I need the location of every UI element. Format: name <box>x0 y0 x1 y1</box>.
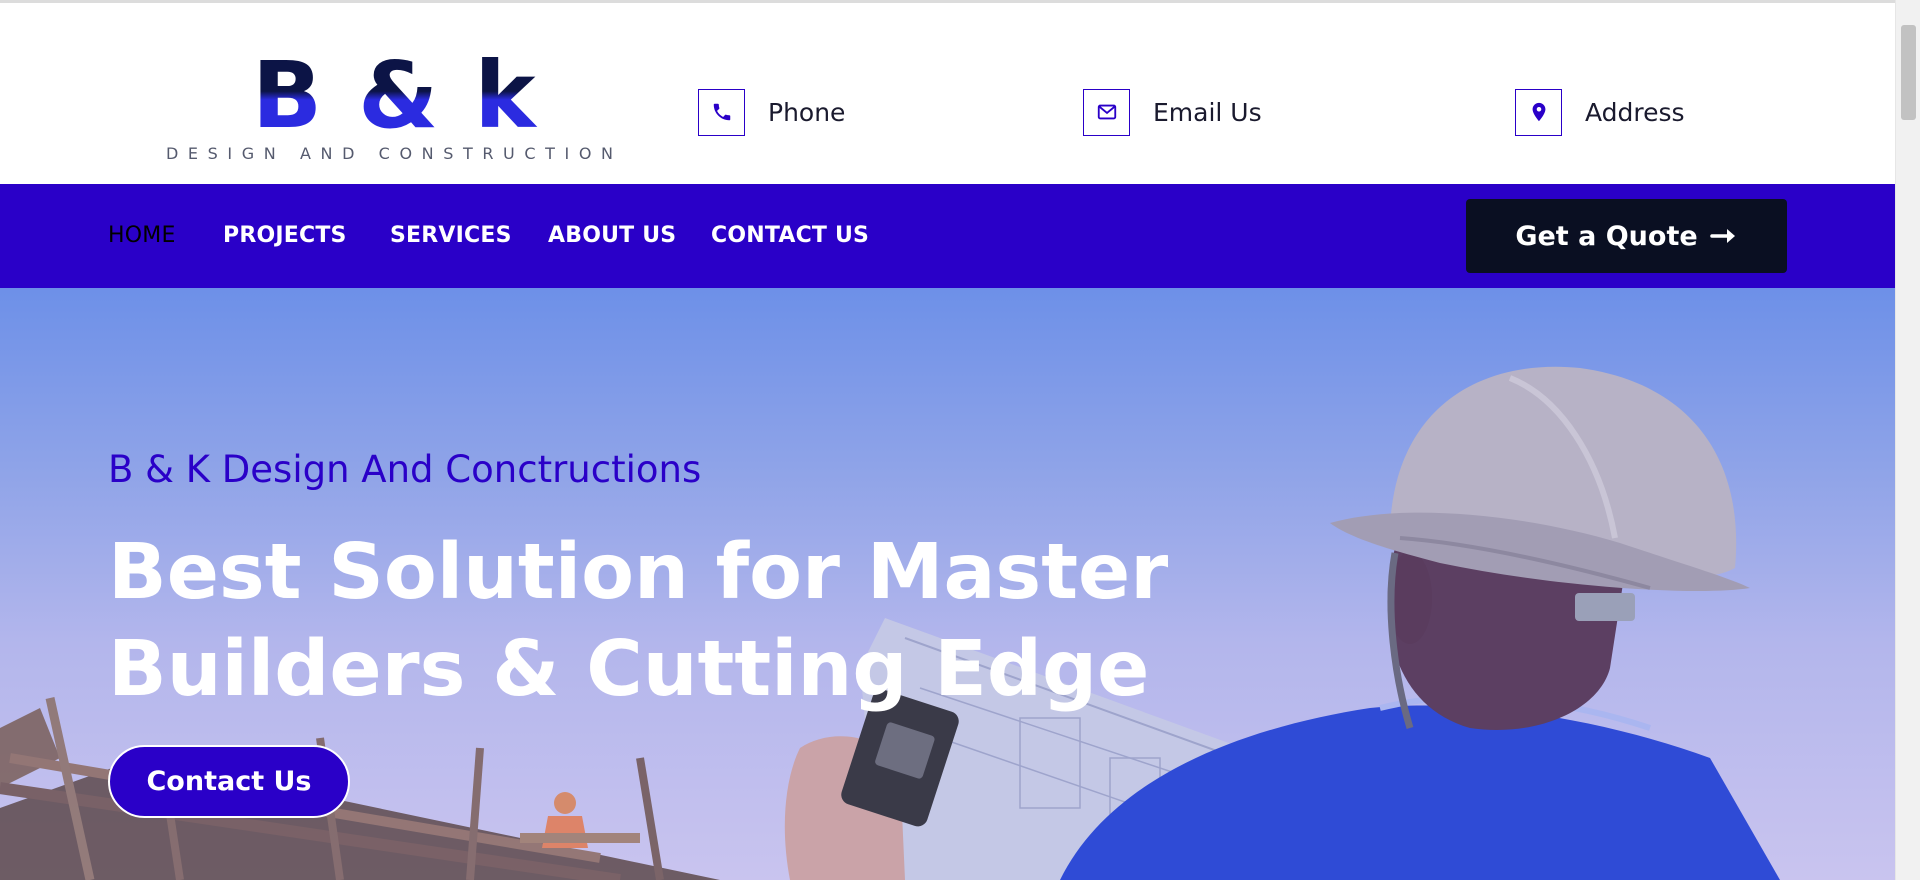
contact-address-label: Address <box>1585 97 1685 127</box>
hero-title-line-2: Builders & Cutting Edge <box>108 625 1150 714</box>
nav-item-contact-us[interactable]: CONTACT US <box>711 222 869 250</box>
map-pin-icon <box>1515 88 1562 136</box>
contact-phone-label: Phone <box>768 97 846 127</box>
hero-title: Best Solution for Master Builders & Cutt… <box>108 524 1168 718</box>
contact-email-label: Email Us <box>1153 97 1262 127</box>
contact-address[interactable]: Address <box>1515 88 1685 136</box>
logo-mark: B & k <box>252 42 538 149</box>
arrow-right-icon <box>1709 229 1735 243</box>
get-a-quote-button[interactable]: Get a Quote <box>1466 199 1787 273</box>
logo[interactable]: B & k DESIGN AND CONSTRUCTION <box>160 42 613 170</box>
nav-item-services[interactable]: SERVICES <box>390 222 512 250</box>
logo-tagline: DESIGN AND CONSTRUCTION <box>166 144 623 163</box>
hero-section: B & K Design And Conctructions Best Solu… <box>0 288 1895 880</box>
main-nav: HOME PROJECTS SERVICES ABOUT US CONTACT … <box>0 184 1895 288</box>
hero-title-line-1: Best Solution for Master <box>108 528 1169 617</box>
nav-item-projects[interactable]: PROJECTS <box>223 222 347 250</box>
contact-us-button[interactable]: Contact Us <box>108 745 350 818</box>
contact-phone[interactable]: Phone <box>698 88 845 136</box>
phone-icon <box>698 88 745 136</box>
envelope-icon <box>1083 88 1130 136</box>
nav-item-home[interactable]: HOME <box>108 222 176 250</box>
hero-subtitle: B & K Design And Conctructions <box>108 448 702 491</box>
contact-email[interactable]: Email Us <box>1083 88 1262 136</box>
get-a-quote-label: Get a Quote <box>1515 220 1698 252</box>
nav-item-about-us[interactable]: ABOUT US <box>548 222 676 250</box>
site-header: B & k DESIGN AND CONSTRUCTION Phone Emai… <box>0 3 1895 184</box>
scrollbar-thumb[interactable] <box>1901 25 1916 120</box>
contact-us-button-label: Contact Us <box>146 766 312 797</box>
page-scrollbar[interactable] <box>1895 0 1920 880</box>
